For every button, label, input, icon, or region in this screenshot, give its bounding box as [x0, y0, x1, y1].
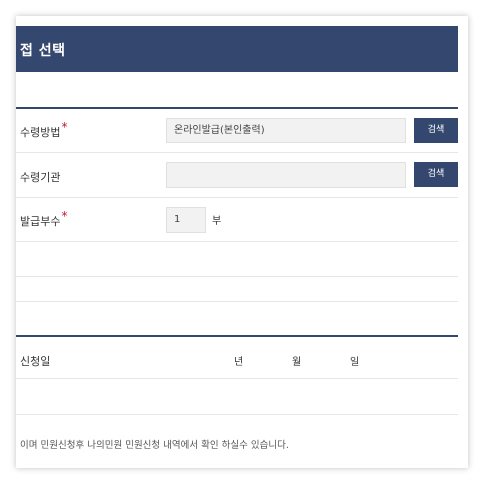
- section-divider: [16, 335, 458, 337]
- receive-agency-search-button[interactable]: 검색: [414, 162, 458, 187]
- section-top-border: [16, 107, 458, 109]
- receive-agency-field[interactable]: [166, 162, 406, 188]
- application-date-label: 신청일: [20, 355, 51, 368]
- dialog-frame: 접 선택 수령방법* 온라인발급(본인출력) 검색 수령기관 검색 발급부수* …: [16, 16, 468, 468]
- receive-method-label-text: 수령방법: [20, 126, 61, 139]
- row-divider: [16, 152, 458, 153]
- month-label: 월: [292, 357, 302, 368]
- receive-agency-label: 수령기관: [20, 171, 61, 184]
- copies-label-text: 발급부수: [20, 215, 61, 228]
- row-divider: [16, 241, 458, 242]
- notice-top-border: [16, 414, 458, 415]
- form-panel: 접 선택 수령방법* 온라인발급(본인출력) 검색 수령기관 검색 발급부수* …: [16, 16, 468, 468]
- row-divider: [16, 197, 458, 198]
- copies-label: 발급부수*: [20, 209, 67, 229]
- receive-method-field[interactable]: 온라인발급(본인출력): [166, 118, 406, 143]
- row-divider: [16, 378, 458, 379]
- receive-method-label: 수령방법*: [20, 120, 67, 140]
- row-divider: [16, 301, 458, 302]
- notice-text: 이며 민원신청후 나의민원 민원신청 내역에서 확인 하실수 있습니다.: [20, 440, 289, 451]
- section-title: 접 선택: [20, 43, 66, 59]
- year-label: 년: [234, 357, 244, 368]
- receive-method-search-button[interactable]: 검색: [414, 118, 458, 143]
- required-mark: *: [61, 120, 68, 134]
- day-label: 일: [350, 357, 360, 368]
- row-divider: [16, 276, 458, 277]
- copies-input[interactable]: 1: [166, 207, 206, 233]
- copies-unit: 부: [212, 216, 222, 227]
- section-title-bar: 접 선택: [16, 26, 458, 72]
- required-mark: *: [61, 209, 68, 223]
